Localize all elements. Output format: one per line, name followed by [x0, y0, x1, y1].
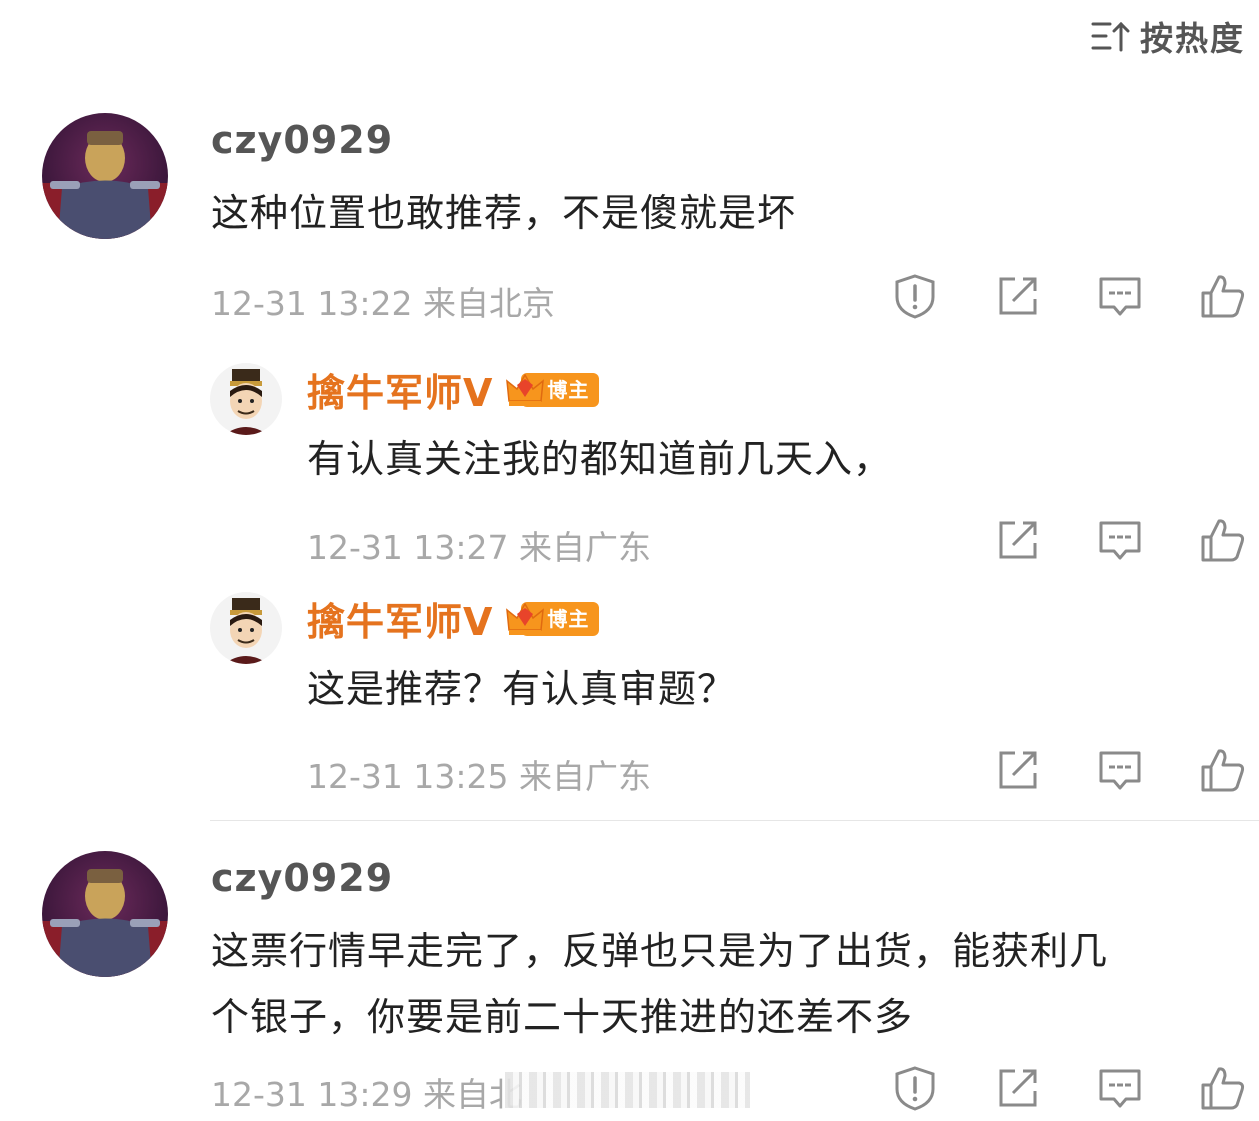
comment-actions: [890, 271, 1250, 323]
blurred-region: [505, 1072, 750, 1108]
report-button[interactable]: [890, 1063, 940, 1113]
comment-actions: [890, 1063, 1250, 1115]
report-button[interactable]: [890, 271, 940, 321]
reply-actions: [993, 515, 1250, 567]
share-icon: [999, 521, 1037, 559]
reply-username-row: 擒牛军师V 博主: [307, 362, 600, 417]
blogger-avatar[interactable]: [210, 363, 282, 435]
share-icon: [999, 277, 1037, 315]
reply-meta: 12-31 13:25 来自广东: [307, 757, 651, 796]
reply-button[interactable]: [1095, 271, 1145, 321]
user-avatar[interactable]: [42, 113, 168, 239]
share-icon: [999, 1069, 1037, 1107]
thumbs-up-icon: [1201, 1067, 1245, 1110]
reply-username[interactable]: 擒牛军师V: [307, 362, 493, 417]
like-button[interactable]: [1197, 745, 1247, 795]
reply-text: 这是推荐？有认真审题？: [307, 667, 737, 711]
crown-icon: [506, 372, 545, 406]
share-button[interactable]: [993, 515, 1043, 565]
reply-button[interactable]: [1095, 1063, 1145, 1113]
sort-label: 按热度: [1140, 19, 1245, 58]
share-button[interactable]: [993, 1063, 1043, 1113]
sort-icon: [1091, 21, 1130, 52]
comment-icon: [1099, 1069, 1141, 1108]
reply-text: 有认真关注我的都知道前几天入，: [307, 437, 893, 481]
blogger-badge: 博主: [505, 600, 600, 638]
blogger-badge: 博主: [505, 371, 600, 409]
share-icon: [999, 751, 1037, 789]
comment-divider: [210, 820, 1259, 821]
comment-text: 这种位置也敢推荐，不是傻就是坏: [211, 191, 797, 235]
comment-icon: [1099, 751, 1141, 790]
reply-button[interactable]: [1095, 515, 1145, 565]
reply-actions: [993, 745, 1250, 797]
reply-button[interactable]: [1095, 745, 1145, 795]
blogger-avatar[interactable]: [210, 592, 282, 664]
thumbs-up-icon: [1201, 749, 1245, 792]
share-button[interactable]: [993, 745, 1043, 795]
comment-text-line-1: 这票行情早走完了，反弹也只是为了出货，能获利几: [211, 929, 1109, 973]
crown-icon: [506, 601, 545, 635]
sort-by-hot-button[interactable]: 按热度: [1090, 12, 1245, 60]
user-avatar[interactable]: [42, 851, 168, 977]
username[interactable]: czy0929: [211, 118, 393, 162]
reply-username[interactable]: 擒牛军师V: [307, 591, 493, 646]
reply-meta: 12-31 13:27 来自广东: [307, 528, 651, 567]
comment-meta: 12-31 13:29 来自北: [211, 1075, 522, 1114]
like-button[interactable]: [1197, 271, 1247, 321]
reply-username-row: 擒牛军师V 博主: [307, 591, 600, 646]
comment-meta: 12-31 13:22 来自北京: [211, 284, 555, 323]
thumbs-up-icon: [1201, 519, 1245, 562]
username[interactable]: czy0929: [211, 856, 393, 900]
comment-icon: [1099, 521, 1141, 560]
like-button[interactable]: [1197, 515, 1247, 565]
report-icon: [895, 274, 935, 319]
thumbs-up-icon: [1201, 275, 1245, 318]
comment-icon: [1099, 277, 1141, 316]
comment-text-line-2: 个银子，你要是前二十天推进的还差不多: [211, 995, 914, 1039]
share-button[interactable]: [993, 271, 1043, 321]
like-button[interactable]: [1197, 1063, 1247, 1113]
report-icon: [895, 1066, 935, 1111]
